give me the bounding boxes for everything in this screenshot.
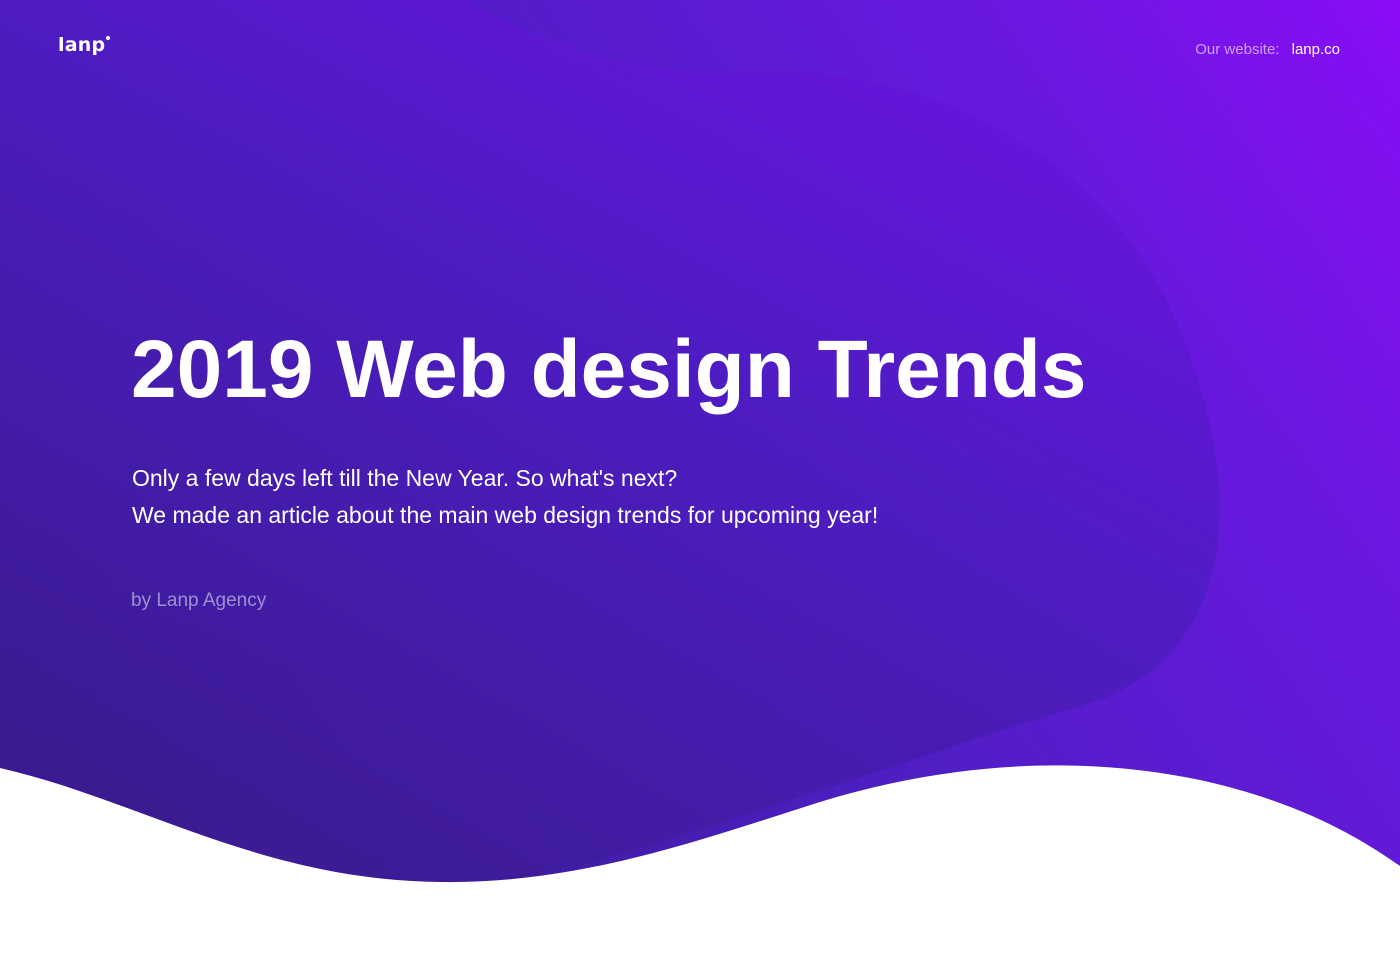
hero-subtitle: Only a few days left till the New Year. … [132,460,878,534]
subtitle-line-1: Only a few days left till the New Year. … [132,465,678,491]
website-label: Our website: [1195,41,1280,58]
logo-text: lanp [58,34,106,56]
website-info: Our website: lanp.co [1195,41,1340,59]
subtitle-line-2: We made an article about the main web de… [132,502,879,528]
author-byline: by Lanp Agency [131,590,267,611]
lanp-logo[interactable]: lanp [58,33,111,57]
website-link[interactable]: lanp.co [1292,41,1340,58]
page-title: 2019 Web design Trends [131,324,1087,415]
hero-section: lanp Our website: lanp.co 2019 Web desig… [0,0,1400,963]
